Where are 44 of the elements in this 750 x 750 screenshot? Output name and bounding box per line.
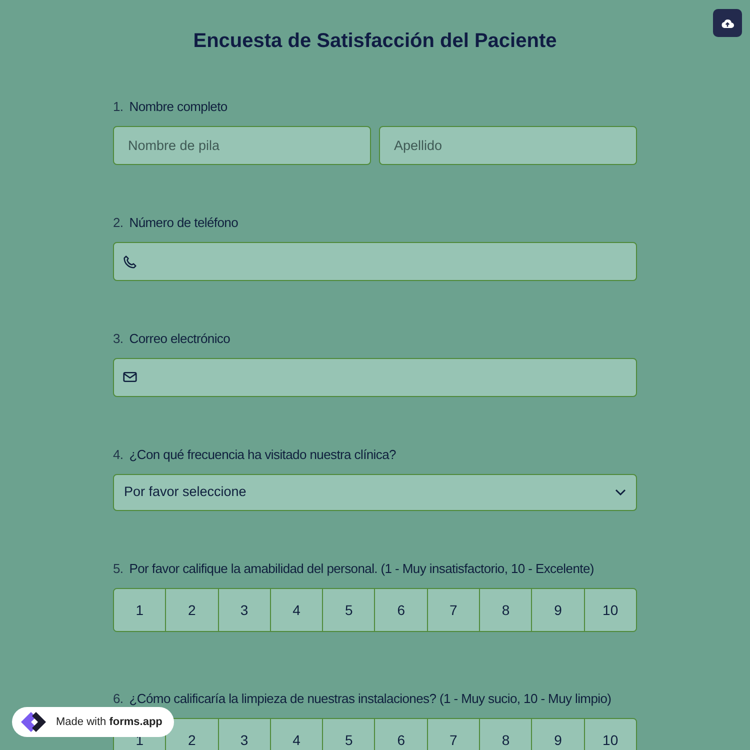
question-number: 3. [113, 330, 124, 348]
scale-option[interactable]: 7 [426, 719, 480, 750]
dropdown[interactable]: Por favor seleccione [113, 474, 637, 511]
form-title: Encuesta de Satisfacción del Paciente [192, 29, 558, 54]
scale-option[interactable]: 3 [218, 589, 270, 631]
phone-icon [123, 255, 137, 269]
email-field[interactable] [113, 358, 637, 397]
scale-option[interactable]: 10 [584, 589, 636, 631]
question-number: 4. [113, 446, 124, 464]
scale-option[interactable]: 4 [270, 719, 322, 750]
text-field[interactable]: Nombre de pila [113, 126, 371, 165]
question-label: ¿Con qué frecuencia ha visitado nuestra clínica? [129, 446, 396, 464]
mail-icon [123, 371, 137, 383]
made-with-toast[interactable]: Made with forms.app [12, 707, 174, 737]
scale-option[interactable]: 2 [165, 589, 218, 631]
scale-option[interactable]: 7 [426, 589, 480, 631]
question-label: Nombre completo [129, 98, 228, 116]
badge-text: Made with forms.app [56, 714, 162, 730]
scale-option[interactable]: 5 [322, 589, 374, 631]
question-number: 1. [113, 98, 124, 116]
scale-option[interactable]: 8 [479, 589, 532, 631]
question-number: 5. [113, 560, 124, 578]
scale-option[interactable]: 9 [531, 719, 584, 750]
scale-option[interactable]: 1 [114, 589, 166, 631]
chevron-down-icon [615, 489, 626, 496]
scale-option[interactable]: 5 [322, 719, 374, 750]
scale-option[interactable]: 9 [531, 589, 584, 631]
scale-option[interactable]: 3 [218, 719, 270, 750]
phone-field[interactable] [113, 242, 637, 281]
question-label: Número de teléfono [129, 214, 238, 232]
question-label: ¿Cómo calificaría la limpieza de nuestras instalaciones? (1 - Muy sucio, 10 - Muy limpio) [129, 690, 612, 708]
question-label: Por favor califique la amabilidad del personal. (1 - Muy insatisfactorio, 10 - Excelente) [129, 560, 594, 578]
question-number: 6. [113, 690, 124, 708]
question-label: Correo electrónico [129, 330, 230, 348]
scale-option[interactable]: 10 [584, 719, 636, 750]
scale-option[interactable]: 4 [270, 589, 322, 631]
scale-option[interactable]: 8 [479, 719, 532, 750]
cloud-upload-icon [721, 18, 734, 28]
scale-option[interactable]: 6 [374, 719, 427, 750]
scale-option[interactable]: 2 [165, 719, 218, 750]
upload-button[interactable] [713, 9, 742, 37]
text-field[interactable]: Apellido [379, 126, 637, 165]
question-number: 2. [113, 214, 124, 232]
scale-option[interactable]: 6 [374, 589, 427, 631]
